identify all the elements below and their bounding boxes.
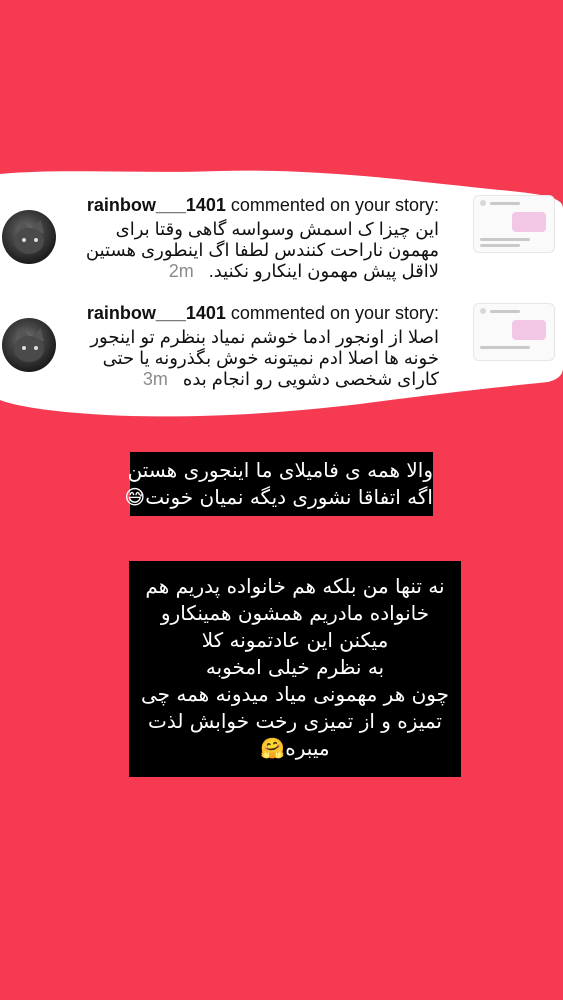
comment-action: commented on your story: <box>230 195 439 215</box>
comment-header: rainbow___1401 commented on your story: <box>87 195 439 216</box>
username[interactable]: rainbow___1401 <box>87 303 226 323</box>
comment-action: commented on your story: <box>230 303 439 323</box>
story-thumbnail[interactable] <box>473 303 555 361</box>
story-thumbnail[interactable] <box>473 195 555 253</box>
comment-body: اصلا از اونجور ادما خوشم نمیاد بنظرم تو … <box>69 327 439 390</box>
reply-line: والا همه ی فامیلای ما اینجوری هستن <box>127 458 433 482</box>
comment-text: این چیزا ک اسمش وسواسه گاهی وقتا برای مه… <box>85 219 439 281</box>
comment-body: این چیزا ک اسمش وسواسه گاهی وقتا برای مه… <box>69 219 439 282</box>
cat-avatar-icon[interactable] <box>2 318 56 372</box>
reply-text-box: والا همه ی فامیلای ما اینجوری هستن اگه ا… <box>124 452 433 516</box>
reply-line: میکنن این عادتمونه کلا <box>201 628 389 652</box>
reply-line: نه تنها من بلکه هم خانواده پدریم هم <box>145 574 445 598</box>
reply-line: تمیزه و از تمیزی رخت خوابش لذت <box>148 709 442 733</box>
cat-avatar-icon[interactable] <box>2 210 56 264</box>
reply-text-box: نه تنها من بلکه هم خانواده پدریم هم خانو… <box>129 561 461 777</box>
reply-line: چون هر مهمونی میاد میدونه همه چی <box>141 682 449 706</box>
comment-header: rainbow___1401 commented on your story: <box>87 303 439 324</box>
reply-line: خانواده مادریم همشون همینکارو <box>160 601 430 625</box>
reply-line: اگه اتفاقا نشوری دیگه نمیان خونت😅 <box>124 485 433 509</box>
reply-line: به نظرم خیلی امخوبه <box>205 655 385 679</box>
reply-line: میبره🤗 <box>260 736 330 760</box>
comment-time: 3m <box>142 369 168 389</box>
comment-time: 2m <box>168 261 194 281</box>
username[interactable]: rainbow___1401 <box>87 195 226 215</box>
